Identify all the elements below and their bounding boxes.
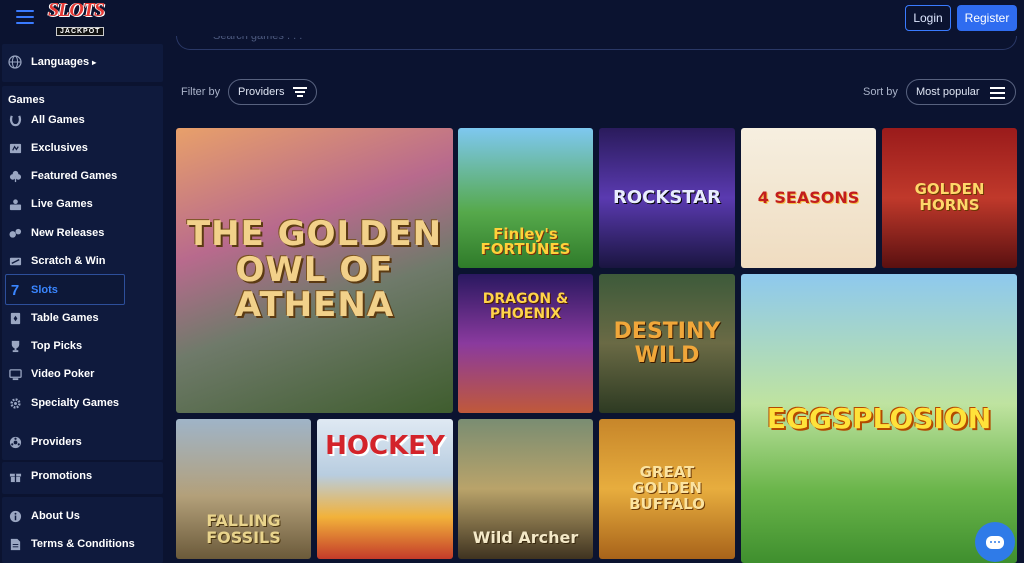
chat-bubble-icon — [986, 535, 1004, 549]
game-tile-wild-archer[interactable]: Wild Archer — [458, 419, 593, 559]
providers-filter-button[interactable]: Providers — [228, 79, 317, 105]
sliders-icon — [990, 87, 1005, 99]
game-tile-great-golden-buffalo[interactable]: GREAT GOLDEN BUFFALO — [599, 419, 735, 559]
top-bar: SLOTS JACKPOT Login Register — [0, 0, 1024, 36]
sidebar-item-exclusives[interactable]: Exclusives — [8, 138, 88, 158]
game-tile-hockey[interactable]: HOCKEY — [317, 419, 453, 559]
filter-by-label: Filter by — [181, 86, 221, 98]
sort-value: Most popular — [916, 86, 980, 98]
game-title: DESTINY WILD — [613, 319, 721, 368]
languages-menu[interactable]: Languages ▸ — [8, 52, 96, 72]
sidebar-item-promotions[interactable]: Promotions — [8, 466, 92, 486]
sidebar-item-label: Providers — [31, 436, 82, 448]
game-tile-destiny-wild[interactable]: DESTINY WILD — [599, 274, 735, 413]
sort-by-label: Sort by — [863, 86, 898, 98]
hamburger-menu-icon[interactable] — [16, 10, 34, 24]
chat-button[interactable] — [975, 522, 1015, 562]
game-tile-golden-horns[interactable]: GOLDEN HORNS — [882, 128, 1017, 268]
sidebar: Languages ▸ Games All Games Exclusives F… — [0, 36, 165, 563]
horseshoe-icon — [8, 113, 22, 127]
game-title: GOLDEN HORNS — [914, 180, 985, 214]
register-button[interactable]: Register — [957, 5, 1017, 31]
trophy-icon — [8, 339, 22, 353]
logo-main-text: SLOTS — [48, 0, 105, 21]
providers-filter-label: Providers — [238, 86, 285, 98]
sidebar-item-label: New Releases — [31, 227, 105, 239]
game-title: HOCKEY — [325, 431, 445, 461]
reel-icon — [8, 435, 22, 449]
sidebar-item-label: Top Picks — [31, 340, 83, 352]
info-icon — [8, 509, 22, 523]
seven-icon: 7 — [10, 281, 20, 299]
game-tile-finleys-fortunes[interactable]: Finley's FORTUNES — [458, 128, 593, 268]
sidebar-item-featured-games[interactable]: Featured Games — [8, 166, 117, 186]
sidebar-item-label: Table Games — [31, 312, 99, 324]
sidebar-item-label: Exclusives — [31, 142, 88, 154]
logo-sub-text: JACKPOT — [56, 27, 105, 36]
game-tile-rockstar[interactable]: ROCKSTAR — [599, 128, 735, 268]
new-releases-icon — [8, 226, 22, 240]
sidebar-item-video-poker[interactable]: Video Poker — [8, 364, 94, 384]
game-title: GREAT GOLDEN BUFFALO — [629, 463, 705, 513]
sort-dropdown[interactable]: Most popular — [906, 79, 1016, 105]
sidebar-item-scratch-win[interactable]: Scratch & Win — [8, 251, 105, 271]
sidebar-item-label: Scratch & Win — [31, 255, 106, 267]
sidebar-item-label: About Us — [31, 510, 80, 522]
document-icon — [8, 537, 22, 551]
games-heading: Games — [8, 94, 45, 106]
sidebar-item-label: Promotions — [31, 470, 93, 482]
sidebar-item-top-picks[interactable]: Top Picks — [8, 336, 82, 356]
game-title: EGGSPLOSION — [766, 401, 992, 435]
video-poker-icon — [8, 367, 22, 381]
sidebar-item-live-games[interactable]: Live Games — [8, 194, 93, 214]
languages-label: Languages — [31, 56, 90, 68]
caret-right-icon: ▸ — [92, 57, 97, 67]
game-title: ROCKSTAR — [613, 186, 721, 208]
sidebar-item-table-games[interactable]: Table Games — [8, 308, 99, 328]
cards-icon — [8, 311, 22, 325]
sidebar-item-slots[interactable]: 7 Slots — [8, 280, 58, 300]
game-title: FALLING FOSSILS — [206, 511, 281, 548]
sidebar-item-label: Featured Games — [31, 170, 118, 182]
sidebar-item-providers[interactable]: Providers — [8, 432, 82, 452]
funnel-icon — [293, 87, 307, 99]
game-tile-falling-fossils[interactable]: FALLING FOSSILS — [176, 419, 311, 559]
game-title: Finley's FORTUNES — [480, 224, 571, 259]
game-tile-golden-owl[interactable]: THE GOLDEN OWL OF ATHENA — [176, 128, 453, 413]
sidebar-item-specialty-games[interactable]: Specialty Games — [8, 393, 119, 413]
sidebar-item-label: Terms & Conditions — [31, 538, 135, 550]
clover-icon — [8, 169, 22, 183]
sidebar-item-about-us[interactable]: About Us — [8, 506, 80, 526]
globe-icon — [8, 55, 22, 69]
sidebar-item-label: Specialty Games — [31, 397, 120, 409]
scratch-icon — [8, 254, 22, 268]
game-title: DRAGON & PHOENIX — [482, 291, 569, 322]
game-title: Wild Archer — [472, 528, 579, 548]
game-title: 4 SEASONS — [757, 187, 860, 207]
sidebar-item-new-releases[interactable]: New Releases — [8, 223, 104, 243]
sidebar-item-label: Live Games — [31, 198, 93, 210]
gear-icon — [8, 396, 22, 410]
sidebar-item-all-games[interactable]: All Games — [8, 110, 85, 130]
gift-icon — [8, 469, 22, 483]
site-logo[interactable]: SLOTS JACKPOT — [48, 0, 132, 36]
game-tile-eggsplosion[interactable]: EGGSPLOSION — [741, 274, 1017, 563]
sidebar-item-label: Slots — [31, 284, 58, 296]
game-title: THE GOLDEN OWL OF ATHENA — [186, 213, 443, 326]
exclusive-icon — [8, 141, 22, 155]
game-tile-dragon-phoenix[interactable]: DRAGON & PHOENIX — [458, 274, 593, 413]
login-button[interactable]: Login — [905, 5, 951, 31]
game-tile-4-seasons[interactable]: 4 SEASONS — [741, 128, 876, 268]
sidebar-item-label: Video Poker — [31, 368, 95, 380]
live-dealer-icon — [8, 197, 22, 211]
sidebar-item-label: All Games — [31, 114, 85, 126]
sidebar-item-terms[interactable]: Terms & Conditions — [8, 534, 135, 554]
